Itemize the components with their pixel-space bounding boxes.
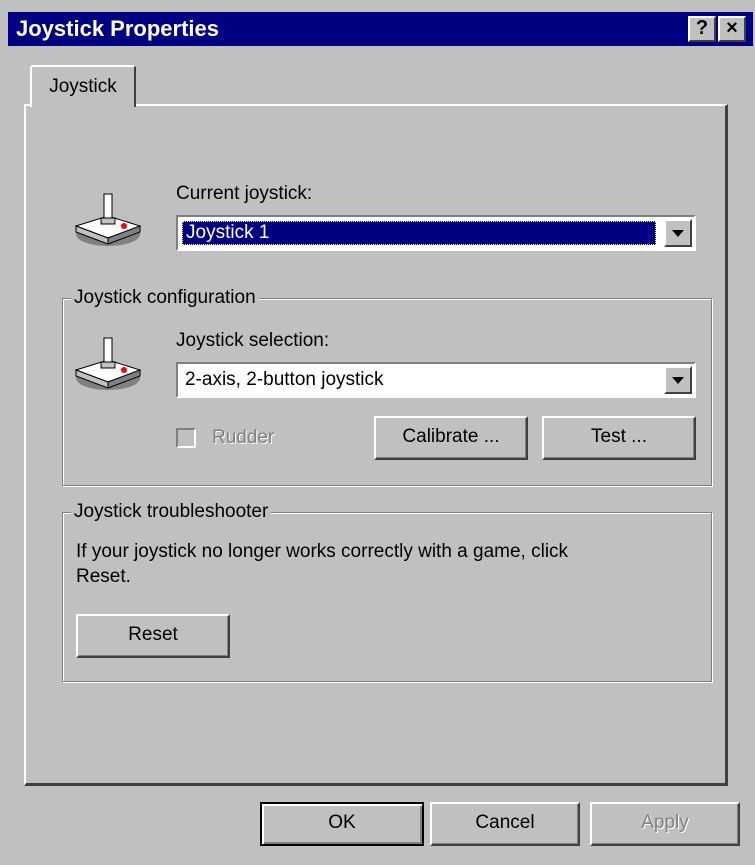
joystick-icon [74, 193, 142, 246]
current-joystick-dropdown-button[interactable] [664, 219, 692, 247]
current-joystick-label: Current joystick: [176, 183, 313, 204]
help-button[interactable]: ? [688, 16, 716, 42]
calibrate-button-label: Calibrate ... [402, 426, 500, 447]
troubleshooter-text-line2: Reset. [76, 566, 131, 587]
reset-button-label: Reset [128, 624, 178, 645]
close-button[interactable]: × [718, 16, 746, 42]
ok-button-label: OK [328, 812, 356, 833]
troubleshooter-text-line1: If your joystick no longer works correct… [76, 541, 569, 562]
window-title: Joystick Properties [16, 16, 219, 41]
joystick-configuration-legend: Joystick configuration [71, 286, 259, 310]
joystick-selection-dropdown-button[interactable] [664, 366, 692, 394]
current-joystick-value: Joystick 1 [182, 221, 656, 245]
cancel-button[interactable]: Cancel [430, 802, 580, 846]
joystick-troubleshooter-legend: Joystick troubleshooter [71, 500, 272, 524]
joystick-icon [74, 337, 142, 390]
title-bar[interactable]: Joystick Properties ? × [8, 12, 753, 46]
tab-joystick-label: Joystick [49, 76, 117, 97]
apply-button-label: Apply [641, 812, 689, 833]
cancel-button-label: Cancel [475, 812, 535, 833]
tab-joystick[interactable]: Joystick [30, 65, 136, 107]
joystick-properties-window: Joystick Properties ? × Joystick Current… [0, 0, 755, 865]
joystick-selection-label: Joystick selection: [176, 330, 330, 351]
test-button[interactable]: Test ... [542, 416, 696, 460]
calibrate-button[interactable]: Calibrate ... [374, 416, 528, 460]
ok-button[interactable]: OK [260, 802, 424, 846]
rudder-label: Rudder [212, 427, 275, 448]
joystick-selection-value: 2-axis, 2-button joystick [185, 369, 384, 390]
reset-button[interactable]: Reset [76, 614, 230, 658]
current-joystick-dropdown[interactable]: Joystick 1 [176, 215, 696, 251]
joystick-selection-dropdown[interactable]: 2-axis, 2-button joystick [176, 362, 696, 398]
test-button-label: Test ... [591, 426, 647, 447]
apply-button[interactable]: Apply [590, 802, 740, 846]
rudder-checkbox[interactable] [176, 428, 196, 448]
